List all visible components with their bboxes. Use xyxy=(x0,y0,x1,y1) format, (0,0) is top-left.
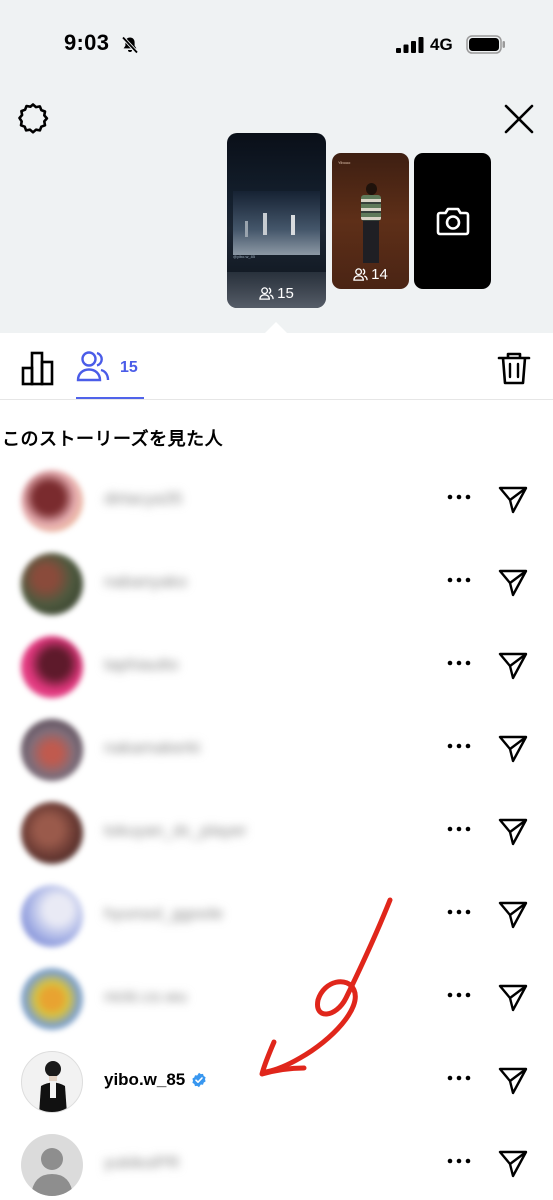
username[interactable]: nicki.co.wu xyxy=(104,987,187,1007)
network-label: 4G xyxy=(430,35,453,54)
list-item[interactable]: taphiautto xyxy=(0,624,553,707)
section-title: このストーリーズを見た人 xyxy=(2,429,224,449)
avatar[interactable] xyxy=(21,1051,83,1113)
camera-icon xyxy=(436,207,469,236)
story-image xyxy=(233,191,320,255)
send-icon[interactable] xyxy=(497,1064,529,1096)
avatar[interactable] xyxy=(21,636,83,698)
avatar[interactable] xyxy=(21,968,83,1030)
battery-icon xyxy=(466,35,505,54)
more-horizontal-icon[interactable] xyxy=(447,740,471,752)
default-avatar-icon[interactable] xyxy=(21,1134,83,1196)
send-icon[interactable] xyxy=(497,566,529,598)
tab-viewers[interactable]: 15 xyxy=(76,347,144,399)
viewers-count: 15 xyxy=(120,359,138,376)
more-horizontal-icon[interactable] xyxy=(447,491,471,503)
send-icon[interactable] xyxy=(497,483,529,515)
more-horizontal-icon[interactable] xyxy=(447,906,471,918)
avatar[interactable] xyxy=(21,885,83,947)
bar-chart-icon[interactable] xyxy=(19,349,57,387)
story-view-count: 14 xyxy=(332,266,409,283)
list-item[interactable]: hyunsol_ggoole xyxy=(0,873,553,956)
story-caption: @yibo.w_85 xyxy=(233,254,256,259)
people-icon xyxy=(259,287,274,300)
story-view-count-text: 15 xyxy=(277,285,294,302)
username[interactable]: nakamakerki xyxy=(104,738,200,758)
more-horizontal-icon[interactable] xyxy=(447,574,471,586)
more-horizontal-icon[interactable] xyxy=(447,823,471,835)
status-bar: 9:03 4G xyxy=(0,0,553,90)
username[interactable]: hyunsol_ggoole xyxy=(104,904,223,924)
avatar[interactable] xyxy=(21,470,83,532)
cellular-signal-icon xyxy=(396,37,424,53)
username[interactable]: nabanyako xyxy=(104,572,187,592)
username-verified[interactable]: yibo.w_85 xyxy=(104,1070,207,1090)
story-view-count-text: 14 xyxy=(371,266,388,283)
list-item[interactable]: dirtacya35 xyxy=(0,458,553,541)
username: yibo.w_85 xyxy=(104,1070,186,1089)
status-time: 9:03 xyxy=(64,30,110,55)
story-thumbnail[interactable]: Yibooo 14 xyxy=(332,153,409,289)
avatar[interactable] xyxy=(21,553,83,615)
list-item[interactable]: yukikoiPR xyxy=(0,1122,553,1200)
story-caption: Yibooo xyxy=(338,160,351,165)
more-horizontal-icon[interactable] xyxy=(447,1155,471,1167)
trash-icon[interactable] xyxy=(496,350,532,386)
add-story-button[interactable] xyxy=(414,153,491,289)
send-icon[interactable] xyxy=(497,981,529,1013)
list-item[interactable]: tokuyan_dc_player xyxy=(0,790,553,873)
send-icon[interactable] xyxy=(497,649,529,681)
gear-icon[interactable] xyxy=(15,100,51,136)
send-icon[interactable] xyxy=(497,815,529,847)
list-item[interactable]: yibo.w_85 xyxy=(0,1039,553,1122)
verified-badge-icon xyxy=(192,1072,206,1088)
list-item[interactable]: nabanyako xyxy=(0,541,553,624)
more-horizontal-icon[interactable] xyxy=(447,1072,471,1084)
list-item[interactable]: nakamakerki xyxy=(0,707,553,790)
story-insights-tabs: 15 xyxy=(0,333,553,400)
story-thumbnail-selected[interactable]: @yibo.w_85 15 xyxy=(227,133,326,308)
more-horizontal-icon[interactable] xyxy=(447,989,471,1001)
story-view-count: 15 xyxy=(227,285,326,302)
people-icon xyxy=(353,268,368,281)
send-icon[interactable] xyxy=(497,732,529,764)
username[interactable]: tokuyan_dc_player xyxy=(104,821,247,841)
avatar[interactable] xyxy=(21,719,83,781)
more-horizontal-icon[interactable] xyxy=(447,657,471,669)
send-icon[interactable] xyxy=(497,1147,529,1179)
close-icon[interactable] xyxy=(501,101,537,137)
story-image xyxy=(360,183,382,263)
avatar[interactable] xyxy=(21,802,83,864)
list-item[interactable]: nicki.co.wu xyxy=(0,956,553,1039)
username[interactable]: taphiautto xyxy=(104,655,179,675)
people-icon xyxy=(76,351,110,382)
username[interactable]: dirtacya35 xyxy=(104,489,182,509)
username[interactable]: yukikoiPR xyxy=(104,1153,180,1173)
avatar-photo xyxy=(39,1061,67,1112)
send-icon[interactable] xyxy=(497,898,529,930)
bell-slash-icon xyxy=(121,36,139,54)
